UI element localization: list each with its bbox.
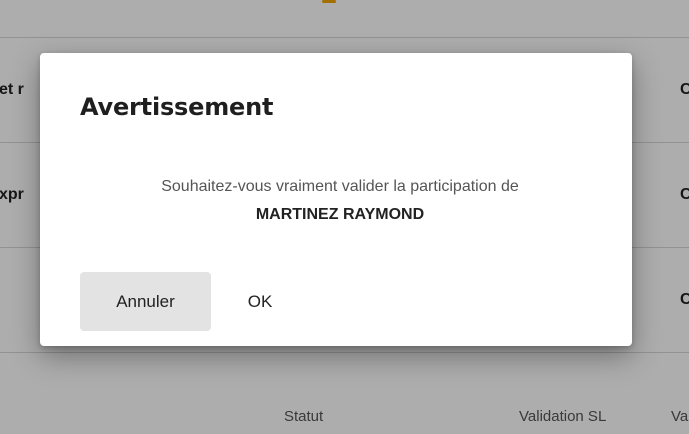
confirmation-text: Souhaitez-vous vraiment valider la parti… xyxy=(161,178,519,195)
warning-dialog: Avertissement Souhaitez-vous vraiment va… xyxy=(40,53,632,346)
dialog-message: Souhaitez-vous vraiment valider la parti… xyxy=(80,177,600,225)
dialog-title: Avertissement xyxy=(80,93,274,121)
participant-name: MARTINEZ RAYMOND xyxy=(255,206,425,223)
ok-button[interactable]: OK xyxy=(230,272,290,331)
cancel-button[interactable]: Annuler xyxy=(80,272,211,331)
